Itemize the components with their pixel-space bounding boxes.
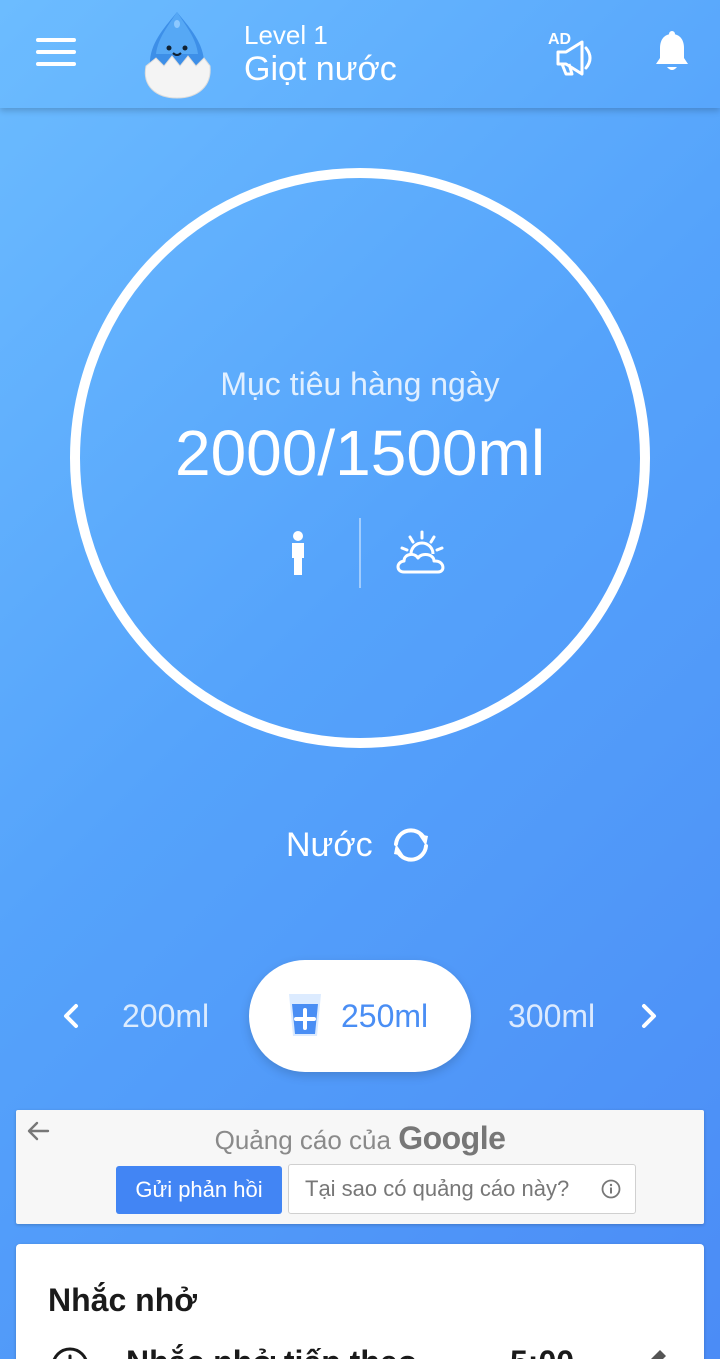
- daily-goal-label: Mục tiêu hàng ngày: [220, 366, 500, 402]
- app-header: Level 1 Giọt nước AD: [0, 0, 720, 108]
- swap-icon[interactable]: [388, 824, 434, 866]
- reminder-card: Nhắc nhở Nhắc nhở tiếp theo 5:00: [16, 1244, 704, 1359]
- chevron-left-icon[interactable]: [58, 998, 86, 1034]
- edit-pencil-icon[interactable]: [640, 1346, 670, 1359]
- amount-option-next[interactable]: 300ml: [508, 998, 595, 1035]
- chevron-right-icon[interactable]: [634, 998, 662, 1034]
- menu-button[interactable]: [36, 38, 76, 68]
- send-feedback-button[interactable]: Gửi phản hồi: [116, 1166, 282, 1214]
- level-label: Level 1: [244, 20, 328, 50]
- bell-icon[interactable]: [652, 30, 692, 74]
- menu-icon-bar: [36, 50, 76, 54]
- why-this-ad-label: Tại sao có quảng cáo này?: [305, 1176, 570, 1201]
- person-icon[interactable]: [284, 530, 312, 576]
- next-reminder-label: Nhắc nhở tiếp theo: [126, 1344, 417, 1359]
- why-this-ad-button[interactable]: Tại sao có quảng cáo này?: [288, 1164, 636, 1214]
- reminder-title: Nhắc nhở: [48, 1282, 197, 1318]
- app-title: Giọt nước: [244, 50, 397, 88]
- google-ad-banner: Quảng cáo của Google Gửi phản hồi Tại sa…: [16, 1110, 704, 1224]
- cup-plus-icon: [289, 994, 321, 1036]
- ad-attribution: Quảng cáo của Google: [16, 1120, 704, 1157]
- next-reminder-time: 5:00: [510, 1344, 574, 1359]
- amount-option-previous[interactable]: 200ml: [122, 998, 209, 1035]
- amount-option-selected[interactable]: 250ml: [249, 960, 471, 1072]
- water-drop-mascot-icon[interactable]: [138, 8, 216, 100]
- menu-icon-bar: [36, 38, 76, 42]
- drink-type-label[interactable]: Nước: [286, 826, 373, 865]
- amount-current-label: 250ml: [341, 998, 429, 1034]
- google-brand: Google: [398, 1120, 506, 1156]
- ad-megaphone-icon[interactable]: AD: [546, 26, 598, 78]
- ad-icon-text: AD: [548, 31, 571, 48]
- info-icon: [601, 1179, 621, 1199]
- goal-divider: [359, 518, 361, 588]
- ad-attribution-prefix: Quảng cáo của: [214, 1125, 391, 1155]
- weather-icon[interactable]: [394, 530, 448, 576]
- daily-goal-value: 2000/1500ml: [174, 417, 546, 489]
- clock-icon: [52, 1347, 88, 1359]
- menu-icon-bar: [36, 62, 76, 66]
